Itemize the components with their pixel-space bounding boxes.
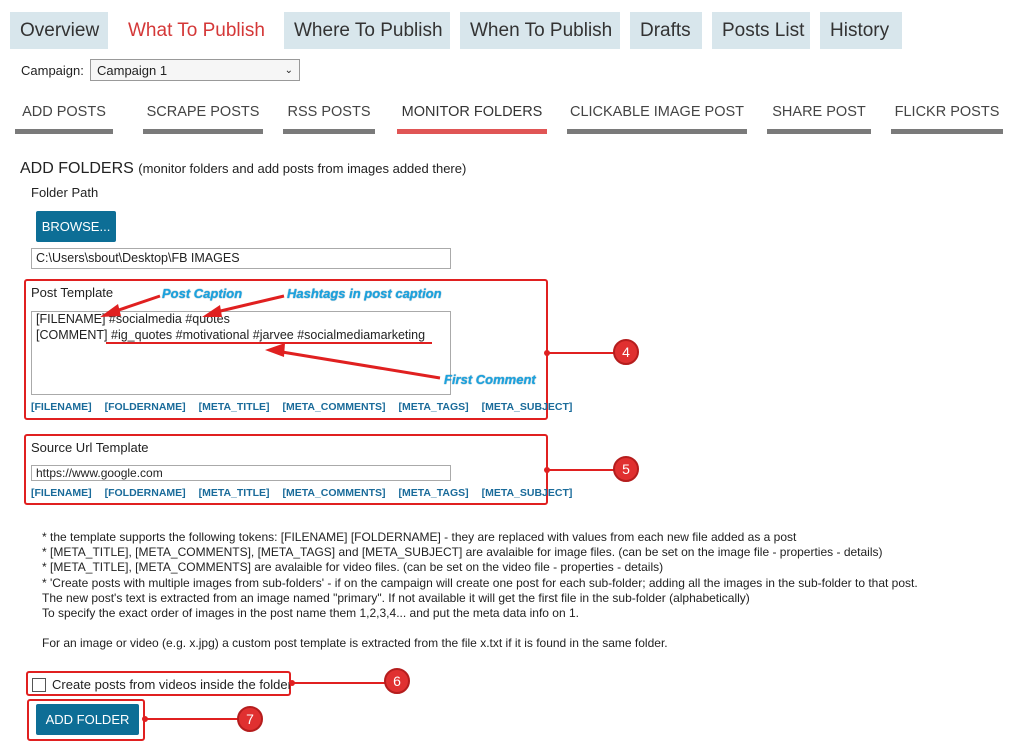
callout-4-line: [548, 352, 614, 354]
callout-7-line: [146, 718, 238, 720]
note-line: * [META_TITLE], [META_COMMENTS], [META_T…: [42, 545, 883, 560]
token-meta-title[interactable]: [META_TITLE]: [199, 487, 270, 499]
arrowhead-first-comment: [265, 343, 285, 357]
note-line: The new post's text is extracted from an…: [42, 590, 750, 605]
token-meta-tags[interactable]: [META_TAGS]: [398, 487, 468, 499]
callout-4: 4: [613, 339, 639, 365]
add-folder-button[interactable]: ADD FOLDER: [36, 704, 139, 735]
note-line: * the template supports the following to…: [42, 530, 797, 544]
callout-7: 7: [237, 706, 263, 732]
source-url-tokens: [FILENAME] [FOLDERNAME] [META_TITLE] [ME…: [31, 487, 582, 499]
arrowhead-post-caption: [100, 304, 121, 317]
callout-6-line: [293, 682, 385, 684]
note-line: * [META_TITLE], [META_COMMENTS] are aval…: [42, 560, 664, 575]
note-line: * 'Create posts with multiple images fro…: [42, 575, 918, 590]
token-filename[interactable]: [FILENAME]: [31, 487, 92, 499]
arrow-first-comment: [281, 350, 441, 380]
token-meta-comments[interactable]: [META_COMMENTS]: [282, 487, 385, 499]
help-notes: * the template supports the following to…: [42, 530, 918, 651]
arrowhead-hashtags: [202, 305, 222, 317]
callout-5-line: [548, 469, 614, 471]
note-line: For an image or video (e.g. x.jpg) a cus…: [42, 636, 668, 651]
videos-checkbox-label[interactable]: Create posts from videos inside the fold…: [52, 677, 292, 692]
videos-checkbox[interactable]: [32, 678, 46, 692]
source-url-label: Source Url Template: [31, 440, 149, 455]
callout-5: 5: [613, 456, 639, 482]
note-line: To specify the exact order of images in …: [42, 606, 579, 621]
arrow-hashtags: [211, 294, 285, 315]
token-foldername[interactable]: [FOLDERNAME]: [105, 487, 186, 499]
callout-6: 6: [384, 668, 410, 694]
token-meta-subject[interactable]: [META_SUBJECT]: [482, 487, 573, 499]
source-url-input[interactable]: https://www.google.com: [31, 465, 451, 481]
